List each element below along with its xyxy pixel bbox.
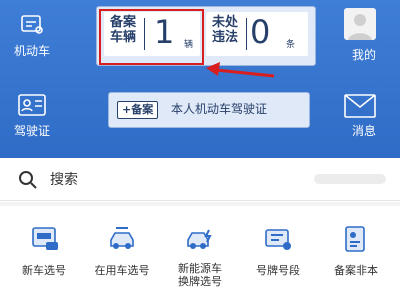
unit: 条 xyxy=(286,40,296,50)
mail-icon xyxy=(344,94,376,118)
unprocessed-violations-stat[interactable]: 未处 违法 0 条 xyxy=(206,12,308,56)
id-card-icon xyxy=(18,94,46,116)
avatar-icon xyxy=(344,8,376,40)
service-label: 号牌号段 xyxy=(256,264,300,277)
service-label: 新车选号 xyxy=(22,264,66,277)
add-tag: +备案 xyxy=(117,101,159,119)
car-icon xyxy=(20,12,44,36)
register-license-button[interactable]: +备案 本人机动车驾驶证 xyxy=(108,92,310,128)
stat-label: 未处 违法 xyxy=(212,15,239,45)
search-icon xyxy=(18,170,38,190)
sidebar-item-messages[interactable]: 消息 xyxy=(338,90,390,146)
violations-count: 0 xyxy=(250,13,271,51)
service-label: 在用车选号 xyxy=(94,264,150,277)
highlight-box xyxy=(99,9,204,65)
ev-car-icon xyxy=(185,224,215,258)
license-bar-text: 本人机动车驾驶证 xyxy=(171,102,268,116)
blurred-content xyxy=(314,174,386,184)
document-icon xyxy=(341,224,371,258)
sidebar-item-label: 驾驶证 xyxy=(13,124,50,138)
used-car-icon xyxy=(107,224,137,258)
arrow-annotation xyxy=(206,62,275,78)
sidebar-item-license[interactable]: 驾驶证 xyxy=(6,88,58,144)
service-used-car[interactable]: 在用车选号 xyxy=(82,210,162,290)
search-label: 搜索 xyxy=(50,172,78,188)
sidebar-item-label: 消息 xyxy=(351,124,376,138)
sidebar-item-vehicle[interactable]: 机动车 xyxy=(6,6,58,62)
divider xyxy=(246,18,247,50)
sidebar-item-label: 机动车 xyxy=(13,44,50,58)
service-ev-plate[interactable]: 新能源车 换牌选号 xyxy=(160,210,240,290)
new-plate-icon xyxy=(30,224,60,258)
service-label: 新能源车 换牌选号 xyxy=(178,262,222,288)
sidebar-item-label: 我的 xyxy=(351,48,376,62)
plate-range-icon xyxy=(263,224,293,258)
service-label: 备案非本 xyxy=(334,264,378,277)
service-document[interactable]: 备案非本 xyxy=(316,210,396,290)
service-new-plate[interactable]: 新车选号 xyxy=(4,210,84,290)
section-divider xyxy=(0,202,400,206)
search-bar[interactable]: 搜索 xyxy=(0,160,400,201)
header-panel: 机动车 驾驶证 我的 消息 备案 车辆 1 辆 未处 违法 0 条 +备案 本人… xyxy=(0,0,400,158)
sidebar-item-profile[interactable]: 我的 xyxy=(338,6,390,66)
service-plate-range[interactable]: 号牌号段 xyxy=(238,210,318,290)
